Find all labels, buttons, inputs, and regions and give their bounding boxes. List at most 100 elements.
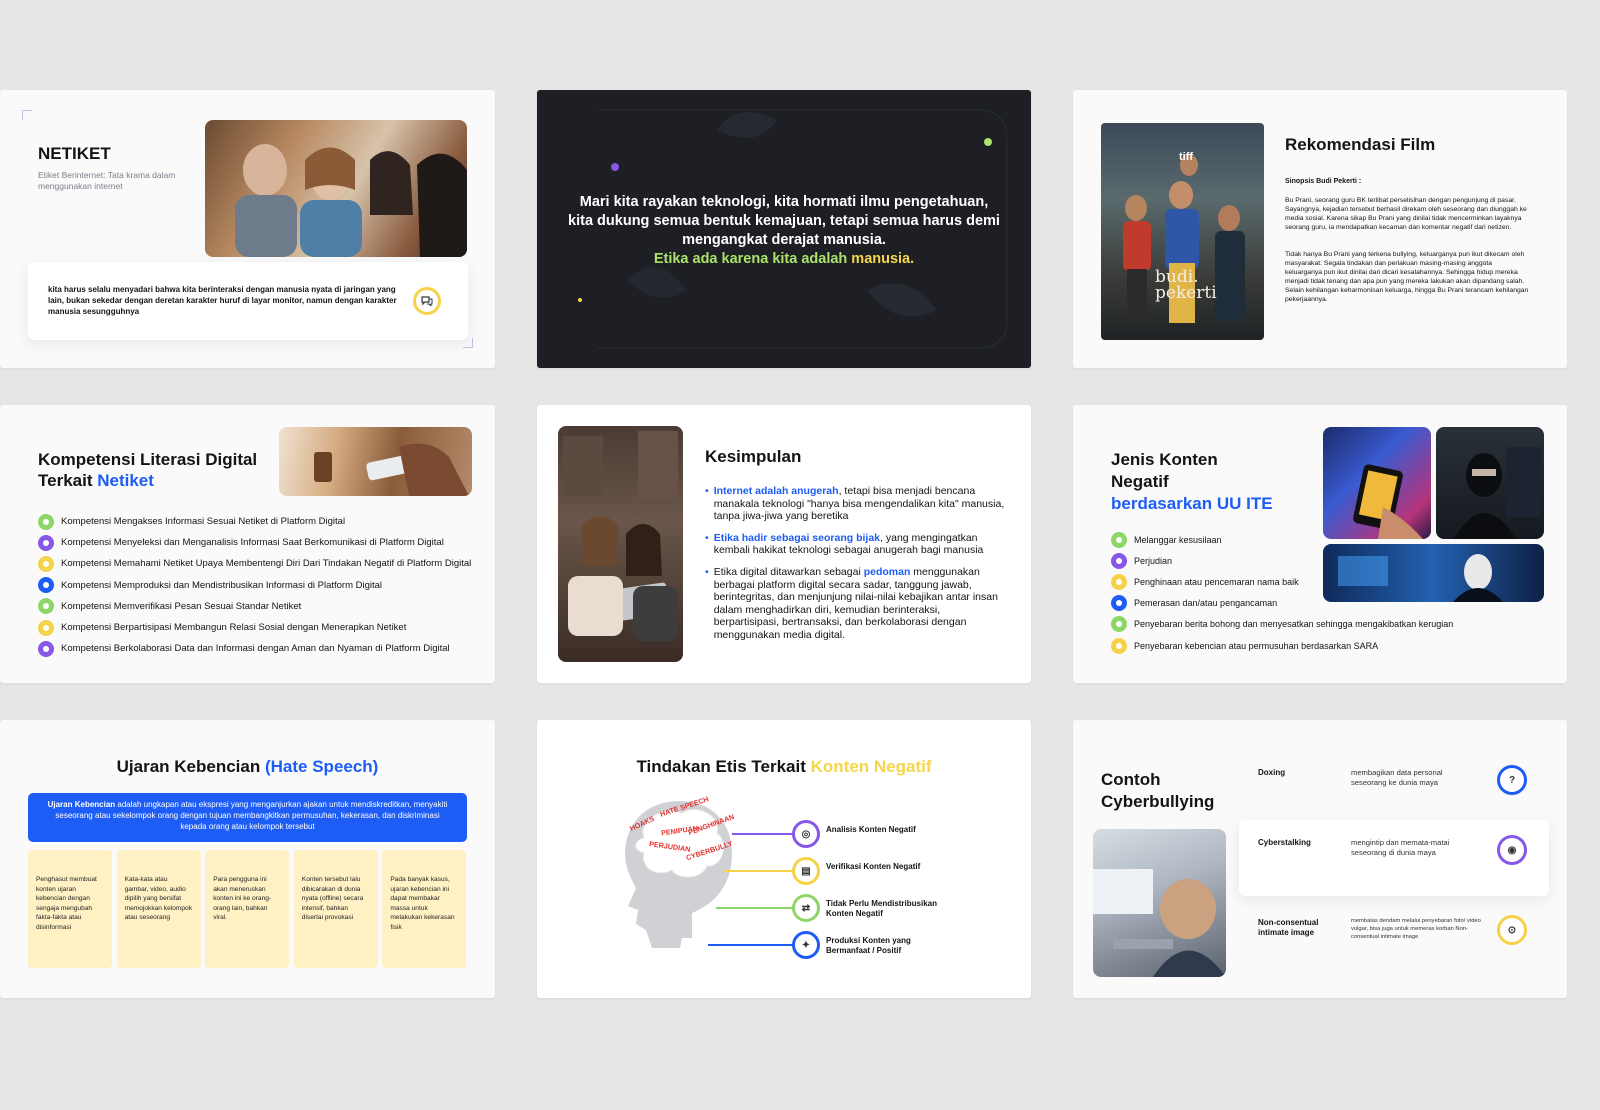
gambling-photo	[1323, 427, 1431, 539]
slide-subtitle: Etiket Berinternet: Tata krama dalam men…	[38, 170, 176, 192]
kompetensi-label: Kompetensi Memproduksi dan Mendistribusi…	[61, 579, 383, 591]
konten-item: Perjudian	[1111, 550, 1551, 571]
boy-computer-photo	[1093, 829, 1226, 977]
term-description: membalas dendam melalui penyebaran foto/…	[1351, 918, 1481, 940]
title-line1: Kompetensi Literasi Digital	[38, 450, 258, 469]
bullet-dot-icon	[1111, 616, 1127, 633]
definition-term: Ujaran Kebencian	[47, 800, 116, 809]
konten-item: Penyebaran berita bohong dan menyesatkan…	[1111, 614, 1551, 635]
kompetensi-label: Kompetensi Memverifikasi Pesan Sesuai St…	[61, 600, 302, 612]
definition-text: adalah ungkapan atau ekspresi yang menga…	[55, 800, 448, 831]
konten-item: Melanggar kesusilaan	[1111, 529, 1551, 550]
konten-label: Penghinaan atau pencemaran nama baik	[1134, 576, 1299, 587]
kompetensi-item: Kompetensi Menyeleksi dan Menganalisis I…	[38, 532, 478, 553]
slide-ujaran-kebencian[interactable]: Ujaran Kebencian (Hate Speech) Ujaran Ke…	[0, 720, 495, 998]
kompetensi-label: Kompetensi Mengakses Informasi Sesuai Ne…	[61, 516, 346, 528]
tindakan-label: Analisis Konten Negatif	[826, 825, 916, 834]
bullet-dot-icon	[1111, 552, 1127, 569]
slide-title: Kesimpulan	[705, 447, 802, 466]
title-highlight: Konten Negatif	[810, 757, 932, 776]
kompetensi-item: Kompetensi Berpartisipasi Membangun Rela…	[38, 617, 478, 638]
bullet-dot-icon	[38, 619, 54, 636]
process-card: Para pengguna ini akan meneruskan konten…	[205, 850, 290, 968]
girls-illustration	[563, 431, 678, 641]
title-highlight: Netiket	[97, 471, 154, 491]
term-description: membagikan data personal seseorang ke du…	[1351, 768, 1443, 788]
hacker-illustration	[1454, 447, 1541, 539]
slide-kompetensi[interactable]: Kompetensi Literasi Digital Terkait Neti…	[0, 405, 495, 683]
movie-poster: tiff budi. pekerti	[1101, 123, 1264, 340]
girls-laptop-photo	[558, 426, 683, 662]
quote-highlight-b: manusia.	[851, 250, 915, 267]
quote-main: Mari kita rayakan teknologi, kita hormat…	[568, 194, 1000, 248]
bullet-1: • Internet adalah anugerah, tetapi bisa m…	[705, 485, 1005, 523]
konten-label: Pemerasan dan/atau pengancaman	[1134, 598, 1278, 609]
quote-highlight-a: Etika ada karena kita adalah	[653, 250, 848, 267]
title-line2: Terkait	[38, 471, 93, 491]
kompetensi-list: Kompetensi Mengakses Informasi Sesuai Ne…	[38, 511, 478, 659]
slot-illustration	[1353, 464, 1423, 539]
connector-line	[708, 944, 794, 946]
process-card-text: Kata-kata atau gambar, video, audio dipi…	[124, 876, 193, 922]
bullet-dot-icon	[38, 555, 54, 572]
bullet-dot-icon	[1111, 531, 1127, 548]
connector-line	[732, 833, 794, 835]
bullet-dot-icon	[1111, 595, 1127, 612]
kompetensi-item: Kompetensi Memahami Netiket Upaya Memben…	[38, 553, 478, 574]
phone-coffee-photo	[279, 427, 472, 496]
bullet-3-pre: Etika digital ditawarkan sebagai	[713, 565, 864, 578]
boy-illustration	[1093, 869, 1226, 977]
kompetensi-item: Kompetensi Berkolaborasi Data dan Inform…	[38, 638, 478, 659]
quote-text: Mari kita rayakan teknologi, kita hormat…	[567, 193, 1001, 268]
kompetensi-item: Kompetensi Memproduksi dan Mendistribusi…	[38, 575, 478, 596]
kompetensi-item: Kompetensi Mengakses Informasi Sesuai Ne…	[38, 511, 478, 532]
bullet-dot-icon	[1111, 573, 1127, 590]
poster-badge: tiff	[1179, 151, 1194, 163]
term-description: mengintip dan memata-matai seseorang di …	[1351, 838, 1450, 858]
yellow-dot	[578, 298, 582, 302]
term-label: Cyberstalking	[1258, 838, 1311, 847]
slide-title: Rekomendasi Film	[1285, 135, 1436, 154]
slide-jenis-konten[interactable]: Jenis Konten Negatif berdasarkan UU ITE …	[1073, 405, 1567, 683]
slide-quote[interactable]: Mari kita rayakan teknologi, kita hormat…	[537, 90, 1031, 368]
konten-item: Pemerasan dan/atau pengancaman	[1111, 593, 1551, 614]
konten-label: Penyebaran berita bohong dan menyesatkan…	[1134, 619, 1454, 630]
bullet-dot-icon	[38, 598, 54, 615]
slide-title: Jenis Konten Negatif berdasarkan UU ITE	[1111, 449, 1273, 514]
konten-label: Perjudian	[1134, 555, 1173, 566]
tindakan-label: Produksi Konten yang Bermanfaat / Positi…	[826, 936, 911, 955]
kompetensi-label: Kompetensi Berkolaborasi Data dan Inform…	[61, 643, 450, 655]
title-main: Tindakan Etis Terkait	[636, 757, 806, 776]
slide-netiket[interactable]: NETIKET Etiket Berinternet: Tata krama d…	[0, 90, 495, 368]
bullet-3-highlight: pedoman	[863, 565, 911, 578]
slide-cyberbullying[interactable]: Contoh Cyberbullying Doxing membagikan da…	[1073, 720, 1567, 998]
clipboard-icon: ▤	[792, 857, 820, 885]
process-card: Kata-kata atau gambar, video, audio dipi…	[116, 850, 201, 968]
bulb-icon: ✦	[792, 931, 820, 959]
slide-title: Kompetensi Literasi Digital Terkait Neti…	[38, 449, 257, 492]
konten-negatif-list: Melanggar kesusilaan Perjudian Penghinaan …	[1111, 529, 1551, 656]
konten-item: Penyebaran kebencian atau permusuhan ber…	[1111, 635, 1551, 656]
phone-hand-illustration	[314, 443, 469, 496]
process-card-text: Pada banyak kasus, ujaran kebencian ini …	[390, 876, 455, 931]
title-line1: Jenis Konten	[1111, 450, 1218, 469]
slide-kesimpulan[interactable]: Kesimpulan • Internet adalah anugerah, te…	[537, 405, 1031, 683]
eye-icon: ◉	[1497, 835, 1527, 865]
lock-icon: ⊙	[1497, 915, 1527, 945]
slide-title: Contoh Cyberbullying	[1101, 770, 1215, 812]
slide-film[interactable]: tiff budi. pekerti Rekomendasi Film Sino…	[1073, 90, 1567, 368]
synopsis-label: Sinopsis Budi Pekerti :	[1285, 178, 1362, 185]
hacker-photo	[1436, 427, 1544, 539]
connector-line	[716, 907, 794, 909]
term-label: Non-consentual intimate image	[1258, 918, 1319, 937]
definition-box: Ujaran Kebencian adalah ungkapan atau ek…	[28, 793, 467, 842]
process-card-text: Para pengguna ini akan meneruskan konten…	[213, 876, 272, 922]
slide-tindakan-etis[interactable]: Tindakan Etis Terkait Konten Negatif HAT…	[537, 720, 1031, 998]
kompetensi-label: Kompetensi Menyeleksi dan Menganalisis I…	[61, 537, 444, 549]
slide-title: Tindakan Etis Terkait Konten Negatif	[537, 757, 1031, 777]
tindakan-label: Verifikasi Konten Negatif	[826, 862, 921, 871]
konten-item: Penghinaan atau pencemaran nama baik	[1111, 571, 1551, 592]
bullet-2: • Etika hadir sebagai seorang bijak, yang…	[705, 531, 984, 557]
bullet-dot-icon	[1111, 637, 1127, 654]
bullet-3: • Etika digital ditawarkan sebagai pedoma…	[705, 565, 998, 641]
